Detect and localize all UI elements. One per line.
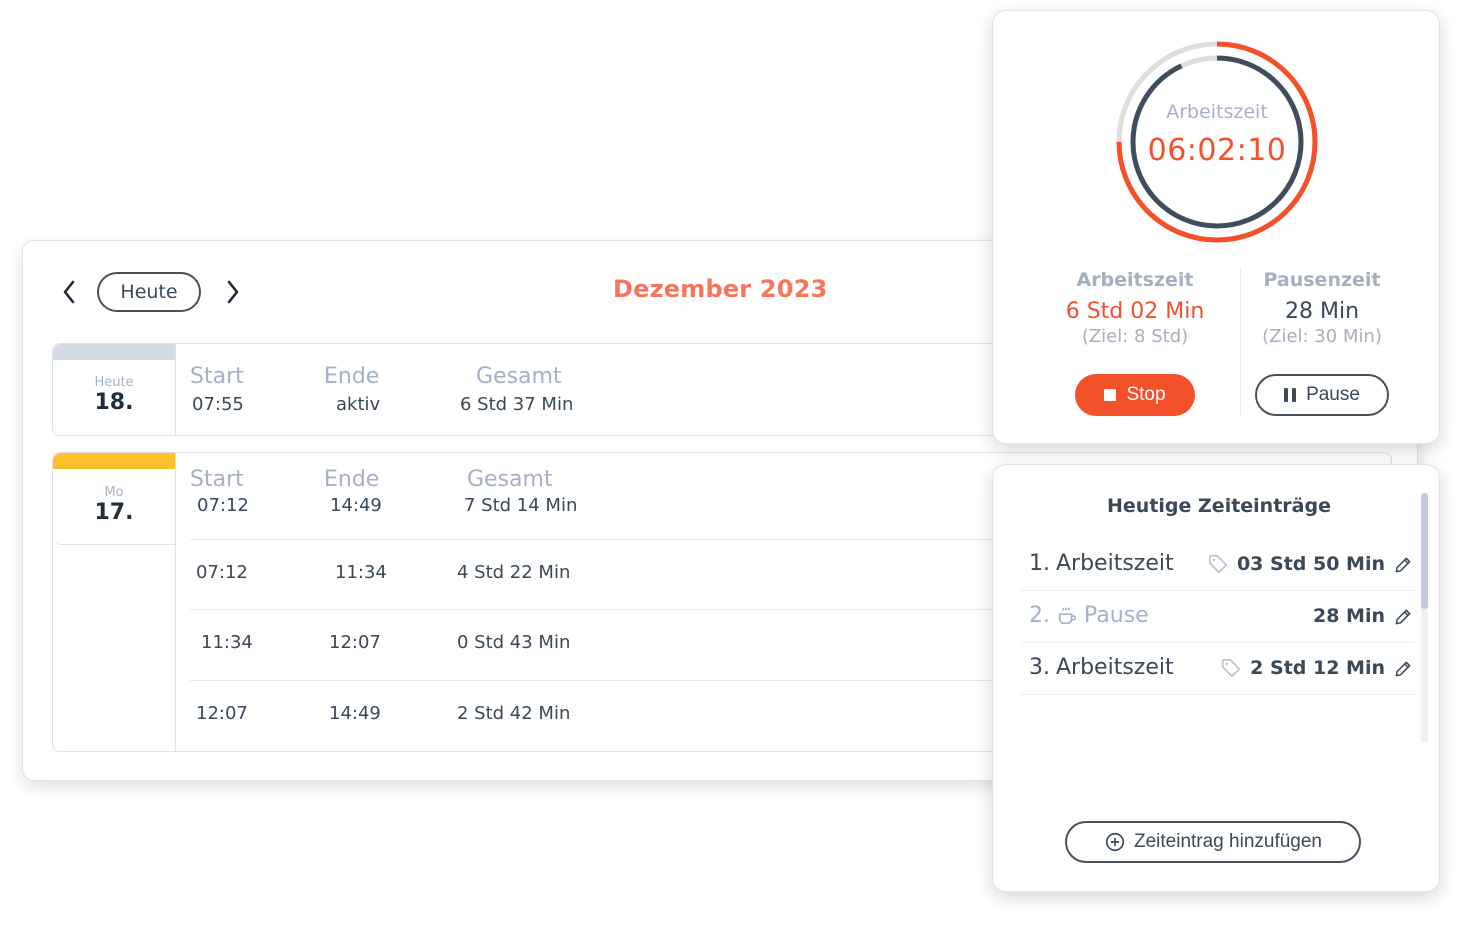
day-number: 17. [94,500,134,525]
tag-icon [1208,554,1228,574]
break-title: Pausenzeit [1263,269,1381,291]
row-total: 0 Std 43 Min [457,632,571,653]
header-end: Ende [324,467,380,492]
entry-name: 3. Arbeitszeit [1029,655,1174,680]
day-label: Heute [94,375,134,390]
summary-end: aktiv [336,394,381,415]
break-goal: (Ziel: 30 Min) [1262,326,1382,347]
summary-start: 07:55 [192,394,244,415]
day-color-bar [53,344,175,360]
header-start: Start [190,364,244,389]
summary-end: 14:49 [330,495,382,516]
entry-duration: 2 Std 12 Min [1250,657,1385,679]
tag-icon [1222,658,1241,678]
entry-item[interactable]: 3. Arbeitszeit 2 Std 12 Min [1021,643,1415,695]
ring-label: Arbeitszeit [1166,101,1268,123]
entry-label: Arbeitszeit [1056,551,1174,576]
summary-total: 7 Std 14 Min [464,495,578,516]
work-value: 6 Std 02 Min [1065,299,1205,324]
stop-button[interactable]: Stop [1075,374,1195,416]
row-start: 07:12 [196,562,248,583]
pause-icon [1284,388,1297,402]
header-end: Ende [324,364,380,389]
entry-duration: 28 Min [1312,605,1385,627]
pencil-icon[interactable] [1393,607,1413,627]
row-divider [175,751,1015,752]
day-date-block: Heute 18. [53,344,176,436]
header-total: Gesamt [476,364,562,389]
month-title: Dezember 2023 [613,275,828,303]
entry-duration-block: 2 Std 12 Min [1220,657,1385,679]
row-start: 12:07 [196,703,248,724]
entry-item[interactable]: 2. Pause 28 Min [1021,591,1415,643]
pause-button[interactable]: Pause [1255,374,1389,416]
summary-total: 6 Std 37 Min [460,394,574,415]
plus-circle-icon [1105,832,1125,852]
day-date-block: Mo 17. [53,453,176,545]
entries-title: Heutige Zeiteinträge [1107,495,1331,517]
timer-card: Arbeitszeit 06:02:10 Arbeitszeit 6 Std 0… [992,10,1440,444]
summary-start: 07:12 [197,495,249,516]
divider [175,545,176,752]
work-stat: Arbeitszeit 6 Std 02 Min (Ziel: 8 Std) [1023,269,1247,347]
pencil-icon[interactable] [1393,659,1413,679]
entry-index: 1. [1029,551,1050,576]
entry-index: 2. [1029,603,1050,628]
coffee-icon [1058,607,1077,624]
row-total: 2 Std 42 Min [457,703,571,724]
work-title: Arbeitszeit [1076,269,1194,291]
elapsed-time: 06:02:10 [1147,133,1287,168]
row-end: 14:49 [329,703,381,724]
day-label: Mo [104,485,124,500]
stop-icon [1104,389,1117,401]
row-divider [190,609,1010,610]
entry-label: Pause [1084,603,1149,628]
entry-name: 1. Arbeitszeit [1029,551,1174,576]
add-entry-label: Zeiteintrag hinzufügen [1133,831,1322,852]
row-total: 4 Std 22 Min [457,562,571,583]
chevron-left-icon[interactable] [57,280,81,304]
stop-label: Stop [1126,384,1166,405]
date-navigation: Heute [57,271,245,313]
scrollbar[interactable] [1421,493,1428,743]
entry-name: 2. Pause [1029,603,1149,628]
header-start: Start [190,467,244,492]
row-divider [190,680,1010,681]
entry-duration: 03 Std 50 Min [1236,553,1385,575]
entry-index: 3. [1029,655,1050,680]
entry-item[interactable]: 1. Arbeitszeit 03 Std 50 Min [1021,539,1415,591]
work-goal: (Ziel: 8 Std) [1081,326,1189,347]
pencil-icon[interactable] [1393,555,1413,575]
header-total: Gesamt [467,467,553,492]
chevron-right-icon[interactable] [221,280,245,304]
scrollbar-thumb[interactable] [1421,493,1428,609]
row-divider [190,539,1010,540]
entry-duration-block: 28 Min [1313,605,1385,627]
day-number: 18. [94,390,134,415]
row-start: 11:34 [201,632,253,653]
add-entry-button[interactable]: Zeiteintrag hinzufügen [1065,821,1361,863]
entries-card: Heutige Zeiteinträge 1. Arbeitszeit 03 S… [992,464,1440,892]
row-end: 11:34 [335,562,387,583]
day-color-bar [53,453,175,469]
pause-label: Pause [1306,384,1360,405]
row-end: 12:07 [329,632,381,653]
entry-duration-block: 03 Std 50 Min [1207,553,1385,575]
break-value: 28 Min [1284,299,1360,324]
break-stat: Pausenzeit 28 Min (Ziel: 30 Min) [1229,269,1415,347]
entry-label: Arbeitszeit [1056,655,1174,680]
today-button[interactable]: Heute [97,272,201,312]
